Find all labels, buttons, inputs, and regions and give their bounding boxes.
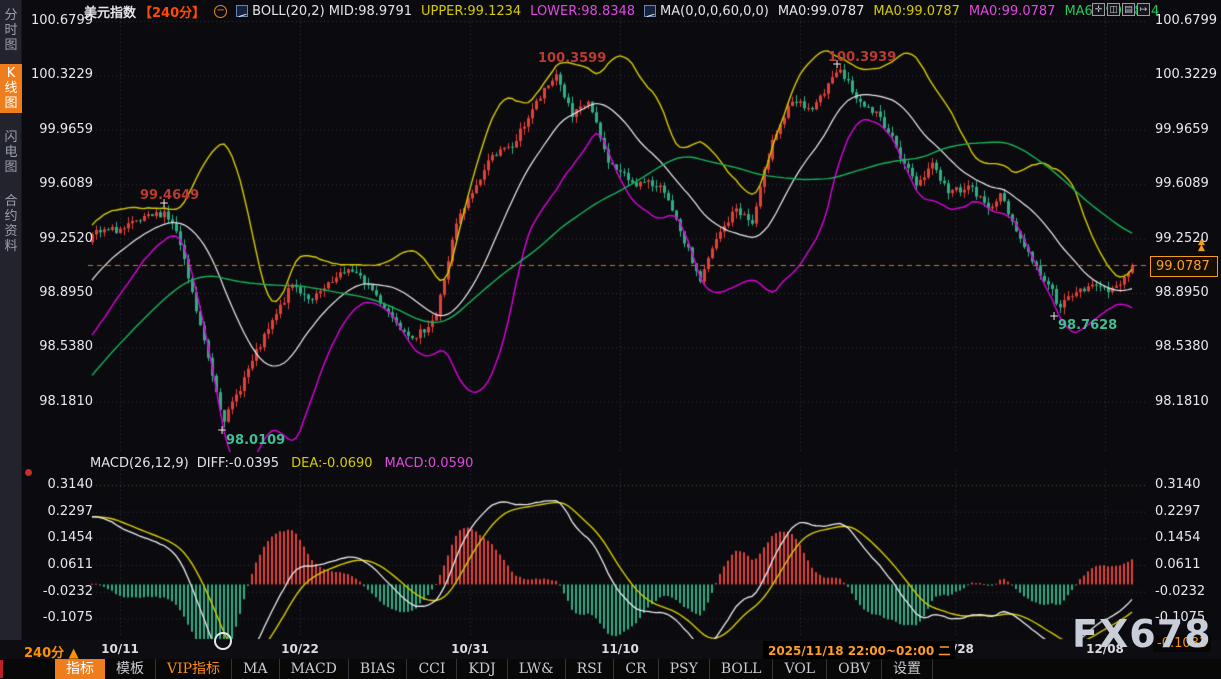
date-label: 10/31 — [451, 642, 489, 656]
price-tick-right: 98.5380 — [1155, 339, 1209, 355]
macd-tick-right: 0.0611 — [1155, 557, 1201, 573]
toolbar-button-MACD[interactable]: MACD — [280, 659, 349, 679]
annotation-cross-marker: + — [1049, 312, 1059, 321]
date-label: 10/22 — [281, 642, 319, 656]
main-chart-canvas[interactable] — [0, 0, 1221, 679]
current-price-box: 99.0787 — [1150, 256, 1218, 277]
macd-tick-right: -0.0232 — [1155, 584, 1205, 600]
price-tick-right: 100.3229 — [1155, 67, 1217, 83]
sidebar-tab-K线图[interactable]: K线图 — [0, 64, 22, 113]
ma0-white-value: MA0:99.0787 — [778, 4, 865, 19]
expand-right-icon[interactable]: ↦ — [1137, 3, 1150, 16]
macd-tick-left: -0.1075 — [27, 610, 93, 626]
macd-header: MACD(26,12,9) DIFF:-0.0395 DEA:-0.0690 M… — [90, 456, 473, 471]
time-axis: 240分 ▲ 10/1110/2210/3111/1011/2812/08 20… — [0, 640, 1221, 659]
toolbar-button-设置[interactable]: 设置 — [882, 659, 933, 679]
ma-label: MA(0,0,0,60,0,0) — [660, 4, 769, 19]
annotation-cross-marker: + — [217, 426, 227, 435]
drawing-board-icon[interactable]: ▤ — [1122, 3, 1135, 16]
toolbar-button-CCI[interactable]: CCI — [407, 659, 457, 679]
price-tick-right: 98.1810 — [1155, 394, 1209, 410]
macd-tick-left: 0.3140 — [27, 477, 93, 493]
toolbar-button-CR[interactable]: CR — [614, 659, 658, 679]
toolbar-button-BOLL[interactable]: BOLL — [710, 659, 774, 679]
chart-annotation: 98.7628 — [1058, 318, 1117, 333]
boll-indicator-icon[interactable] — [236, 5, 248, 17]
indicator-window-icon[interactable]: ◫ — [1107, 3, 1120, 16]
macd-dea-value: DEA:-0.0690 — [291, 456, 372, 471]
toolbar-button-VIP指标[interactable]: VIP指标 — [156, 659, 232, 679]
macd-bar-value: MACD:0.0590 — [385, 456, 474, 471]
macd-tick-right: 0.1454 — [1155, 530, 1201, 546]
sidebar-tab-闪电图[interactable]: 闪电图 — [0, 128, 22, 177]
chart-annotation: 98.0109 — [226, 433, 285, 448]
date-label: 10/11 — [101, 642, 139, 656]
ma0-magenta-value: MA0:99.0787 — [969, 4, 1056, 19]
mouse-cursor-icon — [214, 632, 232, 650]
panel-divider-handle-icon[interactable] — [25, 469, 32, 476]
price-tick-left: 98.1810 — [27, 394, 93, 410]
crosshair-mode-icon[interactable]: ✛ — [1092, 3, 1105, 16]
annotation-cross-marker: + — [159, 199, 169, 208]
period-badge[interactable]: 【240分】 — [139, 2, 205, 21]
price-tick-right: 100.6799 — [1155, 13, 1217, 29]
macd-tick-left: 0.1454 — [27, 530, 93, 546]
toolbar-button-MA[interactable]: MA — [232, 659, 279, 679]
chart-annotation: 99.4649 — [140, 188, 199, 203]
annotation-cross-marker: + — [832, 60, 842, 69]
topbar-right-icons: ✛◫▤↦ — [1092, 3, 1150, 16]
watermark: FX678 — [1072, 612, 1212, 656]
price-tick-left: 98.8950 — [27, 285, 93, 301]
sidebar-tab-合约资料[interactable]: 合约资料 — [0, 192, 22, 256]
toolbar-button-RSI[interactable]: RSI — [566, 659, 615, 679]
price-tick-left: 100.3229 — [27, 67, 93, 83]
macd-tick-right: 0.3140 — [1155, 477, 1201, 493]
sidebar-tab-分时图[interactable]: 分时图 — [0, 6, 22, 55]
boll-value: BOLL(20,2) MID:98.9791 — [252, 4, 412, 19]
chart-application: 分时图 K线图闪电图合约资料 美元指数 【240分】 − BOLL(20,2) M… — [0, 0, 1221, 679]
macd-settings-label[interactable]: MACD(26,12,9) — [90, 456, 189, 471]
toolbar-button-PSY[interactable]: PSY — [659, 659, 710, 679]
toolbar-button-指标[interactable]: 指标 — [55, 659, 105, 679]
macd-tick-left: -0.0232 — [27, 584, 93, 600]
toolbar-button-模板[interactable]: 模板 — [105, 659, 156, 679]
boll-lower-value: LOWER:98.8348 — [530, 4, 635, 19]
price-tick-right: 99.9659 — [1155, 122, 1209, 138]
toolbar-button-LW&[interactable]: LW& — [508, 659, 566, 679]
chart-annotation: 100.3599 — [538, 51, 606, 66]
price-tick-right: 99.6089 — [1155, 176, 1209, 192]
ma-indicator-icon[interactable] — [644, 5, 656, 17]
price-tick-left: 99.6089 — [27, 176, 93, 192]
date-label: 11/10 — [601, 642, 639, 656]
toolbar-button-OBV[interactable]: OBV — [827, 659, 882, 679]
boll-upper-value: UPPER:99.1234 — [421, 4, 521, 19]
macd-tick-right: 0.2297 — [1155, 504, 1201, 520]
price-tick-left: 99.2520 — [27, 231, 93, 247]
price-tick-left: 98.5380 — [27, 339, 93, 355]
bottom-toolbar: 指标模板VIP指标MAMACDBIASCCIKDJLW&RSICRPSYBOLL… — [0, 659, 1221, 679]
collapse-indicator-icon[interactable]: − — [214, 5, 227, 18]
indicator-topbar: 美元指数 【240分】 − BOLL(20,2) MID:98.9791 UPP… — [84, 2, 1159, 20]
symbol-title: 美元指数 — [84, 2, 136, 21]
toolbar-button-KDJ[interactable]: KDJ — [457, 659, 507, 679]
toolbar-button-VOL[interactable]: VOL — [773, 659, 827, 679]
crosshair-date-box: 2025/11/18 22:00~02:00 二 — [763, 641, 955, 660]
ma0-yellow-value: MA0:99.0787 — [873, 4, 960, 19]
toolbar-button-BIAS[interactable]: BIAS — [349, 659, 408, 679]
macd-tick-left: 0.0611 — [27, 557, 93, 573]
price-tick-right: 98.8950 — [1155, 285, 1209, 301]
macd-tick-left: 0.2297 — [27, 504, 93, 520]
price-up-arrows-icon: ▲▲ — [1198, 239, 1205, 251]
price-tick-left: 99.9659 — [27, 122, 93, 138]
sidebar: 分时图 K线图闪电图合约资料 — [0, 0, 22, 640]
macd-diff-value: DIFF:-0.0395 — [197, 456, 279, 471]
